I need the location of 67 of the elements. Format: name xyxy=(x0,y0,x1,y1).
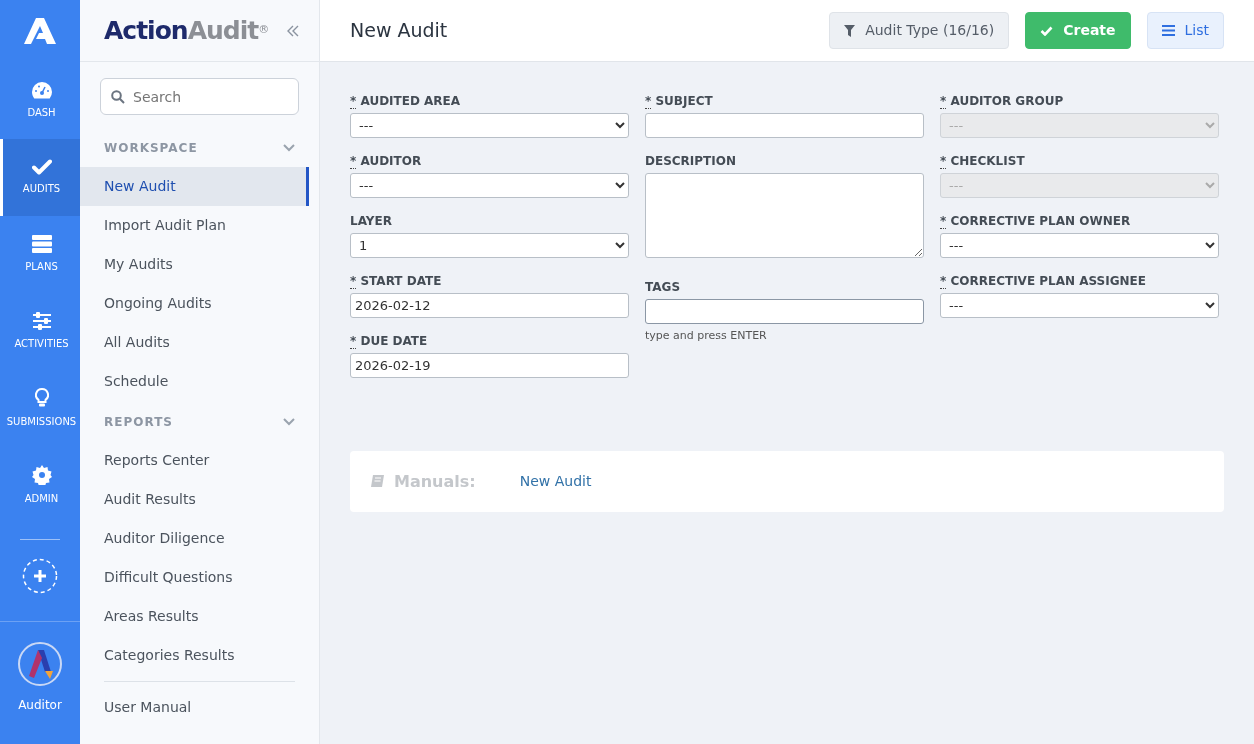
nav-rail-item[interactable]: AUDITS xyxy=(0,139,80,216)
sidebar-item[interactable]: Reports Center xyxy=(80,441,309,480)
filter-icon xyxy=(844,24,856,37)
sidebar-item[interactable]: Difficult Questions xyxy=(80,558,309,597)
nav-rail-item[interactable]: PLANS xyxy=(0,216,80,293)
field-label: * CORRECTIVE PLAN ASSIGNEE xyxy=(940,273,1147,290)
avatar-icon[interactable] xyxy=(18,642,62,686)
page-title: New Audit xyxy=(350,19,448,42)
tags-field[interactable] xyxy=(645,298,924,324)
select-field[interactable]: 1 xyxy=(350,233,629,258)
menu-icon xyxy=(1161,25,1175,36)
field-label: * CORRECTIVE PLAN OWNER xyxy=(940,213,1132,230)
manual-link[interactable]: New Audit xyxy=(519,471,592,492)
sidebar-item[interactable]: Schedule xyxy=(80,362,309,401)
input-field[interactable] xyxy=(645,113,924,138)
manuals-label: Manuals: xyxy=(394,470,476,493)
section-title: WORKSPACE xyxy=(104,140,198,157)
sidebar-item[interactable]: Categories Results xyxy=(80,636,309,675)
brand-logo: ActionAudit$^{®}$ xyxy=(104,14,269,47)
field-hint: type and press ENTER xyxy=(645,327,768,344)
logo-icon xyxy=(24,18,56,44)
sidebar-item[interactable]: My Audits xyxy=(80,245,309,284)
sidebar-item[interactable]: Audit Results xyxy=(80,480,309,519)
select-field[interactable]: --- xyxy=(940,233,1219,258)
select-field[interactable]: --- xyxy=(940,293,1219,318)
sidebar-item[interactable]: All Audits xyxy=(80,323,309,362)
field-label: * SUBJECT xyxy=(645,93,714,110)
sidebar-item[interactable]: Import Audit Plan xyxy=(80,206,309,245)
sidebar-item[interactable]: Ongoing Audits xyxy=(80,284,309,323)
field-label: DESCRIPTION xyxy=(645,153,737,170)
sidebar-item[interactable]: Auditor Diligence xyxy=(80,519,309,558)
section-title: REPORTS xyxy=(104,414,173,431)
nav-rail-item[interactable]: ADMIN xyxy=(0,447,80,524)
list-button[interactable]: List xyxy=(1146,12,1224,49)
add-circle-icon[interactable] xyxy=(22,558,58,594)
lightbulb-icon xyxy=(34,388,49,408)
field-label: * AUDITOR xyxy=(350,153,423,170)
checkmark-icon xyxy=(1040,25,1054,36)
nav-rail-item[interactable]: SUBMISSIONS xyxy=(0,370,80,447)
field-label: * DUE DATE xyxy=(350,333,429,350)
filter-button[interactable]: Audit Type (16/16) xyxy=(829,12,1010,49)
select-field[interactable]: --- xyxy=(350,173,629,198)
nav-rail-item[interactable]: ACTIVITIES xyxy=(0,293,80,370)
sidebar-item[interactable]: New Audit xyxy=(80,167,309,206)
sliders-icon xyxy=(31,312,52,330)
field-label: LAYER xyxy=(350,213,393,230)
user-name: Auditor xyxy=(18,697,62,714)
stacked-bars-icon xyxy=(30,235,53,253)
sidebar-item[interactable]: User Manual xyxy=(80,688,309,727)
search-field[interactable]: Search xyxy=(100,78,299,115)
book-icon xyxy=(370,474,384,489)
text-area[interactable] xyxy=(645,173,924,258)
checkmark-icon xyxy=(31,159,52,175)
nav-rail-item[interactable]: DASH xyxy=(0,62,80,139)
field-label: * CHECKLIST xyxy=(940,153,1026,170)
sidebar-item[interactable]: Areas Results xyxy=(80,597,309,636)
input-field[interactable]: 2026-02-12 xyxy=(350,293,629,318)
chevron-icon[interactable] xyxy=(283,144,295,152)
field-label: TAGS xyxy=(645,278,682,296)
gear-icon xyxy=(31,465,52,485)
field-label: * AUDITED AREA xyxy=(350,93,462,110)
chevron-icon[interactable] xyxy=(283,418,295,426)
gauge-icon xyxy=(30,81,53,99)
field-label: * START DATE xyxy=(350,273,443,290)
field-label: * AUDITOR GROUP xyxy=(940,93,1065,110)
select-field[interactable]: --- xyxy=(350,113,629,138)
input-field[interactable]: 2026-02-19 xyxy=(350,353,629,378)
